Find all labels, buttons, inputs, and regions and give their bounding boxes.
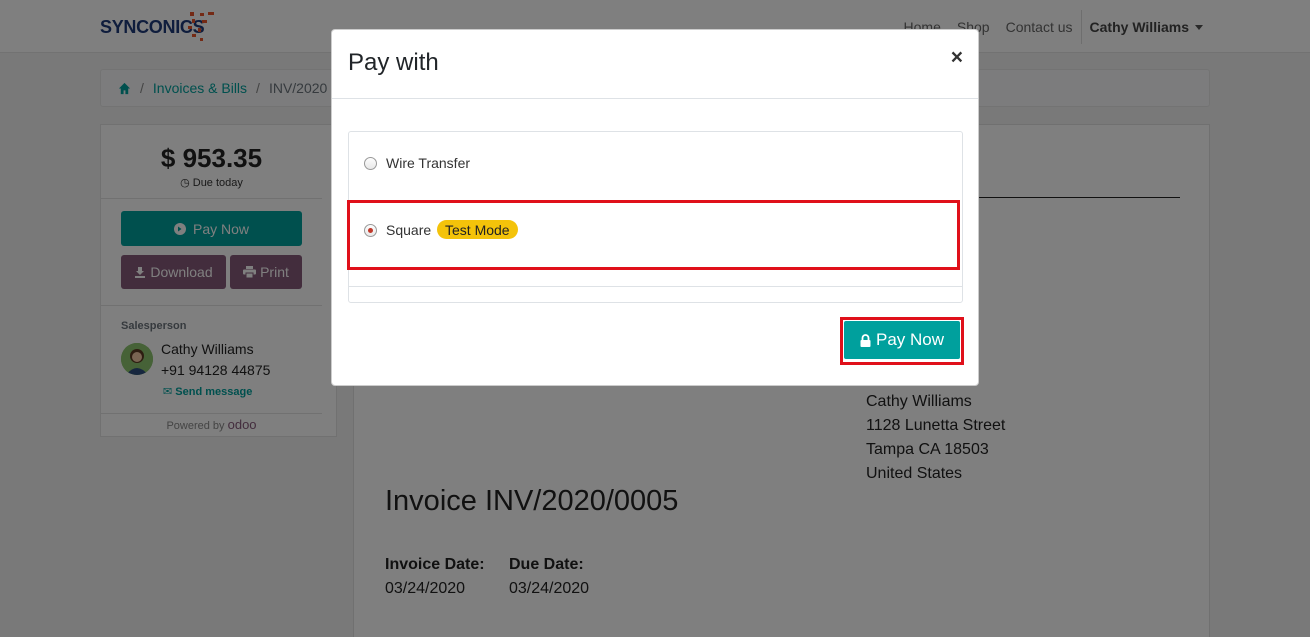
wire-transfer-radio[interactable] bbox=[364, 157, 377, 170]
pay-now-highlight bbox=[840, 317, 964, 365]
square-option-highlight bbox=[347, 200, 960, 270]
pay-with-modal: Pay with × Wire Transfer Square Test Mod… bbox=[331, 29, 979, 386]
option-divider bbox=[349, 286, 962, 287]
modal-header-divider bbox=[332, 98, 978, 99]
close-icon[interactable]: × bbox=[951, 46, 963, 70]
modal-title: Pay with bbox=[348, 49, 439, 76]
wire-transfer-label[interactable]: Wire Transfer bbox=[386, 155, 470, 171]
